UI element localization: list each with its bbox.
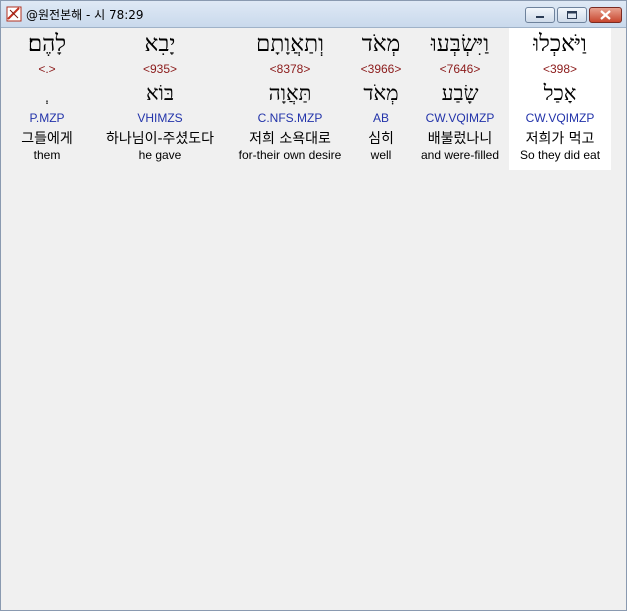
hebrew-lemma: אָכַל: [543, 81, 577, 105]
morphology-code: CW.VQIMZP: [425, 111, 495, 125]
strong-number[interactable]: <3966>: [351, 62, 411, 76]
korean-gloss: 배불렀나니: [427, 131, 493, 147]
morphology-code: P.MZP: [29, 111, 65, 125]
word-column[interactable]: וְתַאֲוָתָם <8378> תַּאֲוָה C.NFS.MZP 저희…: [231, 28, 349, 170]
hebrew-word: וַיִּשְׂבְּעוּ: [430, 31, 490, 57]
title-bar[interactable]: @원전본해 - 시 78:29: [1, 1, 626, 28]
korean-gloss: 심히: [368, 131, 394, 147]
hebrew-word: וַיֹּאכְלוּ: [533, 31, 587, 57]
maximize-icon: [567, 11, 577, 19]
hebrew-lemma: שָׂבַע: [441, 81, 479, 105]
korean-gloss: 저희가 먹고: [525, 131, 595, 147]
interlinear-view: לָהֶם׃ <.> ְ P.MZP 그들에게 them יָבִא <935>…: [5, 28, 622, 606]
strong-number[interactable]: <7646>: [413, 62, 507, 76]
strong-number[interactable]: <935>: [95, 62, 225, 76]
morphology-code: AB: [372, 111, 389, 125]
english-gloss: well: [370, 148, 392, 162]
word-column[interactable]: מְאֹד <3966> מְאֹד AB 심히 well: [351, 28, 411, 170]
hebrew-lemma: ְ: [9, 81, 85, 106]
korean-gloss: 저희 소욕대로: [249, 131, 331, 147]
english-gloss: So they did eat: [519, 148, 601, 162]
close-button[interactable]: [589, 7, 622, 23]
word-column[interactable]: יָבִא <935> בּוֹא VHIMZS 하나님이-주셨도다 he ga…: [95, 28, 225, 170]
word-column-selected[interactable]: וַיֹּאכְלוּ <398> אָכַל CW.VQIMZP 저희가 먹고…: [509, 28, 611, 170]
minimize-button[interactable]: [525, 7, 555, 23]
hebrew-word: יָבִא: [144, 31, 176, 57]
minimize-icon: [536, 16, 544, 18]
strong-number[interactable]: <398>: [509, 62, 611, 76]
word-column[interactable]: לָהֶם׃ <.> ְ P.MZP 그들에게 them: [9, 28, 85, 170]
strong-number[interactable]: <.>: [9, 62, 85, 76]
hebrew-word: וְתַאֲוָתָם: [256, 31, 324, 57]
app-icon: [6, 6, 22, 22]
close-icon: [600, 10, 611, 20]
english-gloss: them: [33, 148, 61, 162]
strong-number[interactable]: <8378>: [231, 62, 349, 76]
window-title: @원전본해 - 시 78:29: [26, 8, 144, 22]
korean-gloss: 하나님이-주셨도다: [105, 131, 215, 147]
app-window: @원전본해 - 시 78:29 לָהֶם׃ <.> ְ P.MZP 그들에게: [0, 0, 627, 611]
english-gloss: and were-filled: [420, 148, 500, 162]
english-gloss: for-their own desire: [238, 148, 342, 162]
hebrew-lemma: מְאֹד: [363, 81, 399, 105]
maximize-button[interactable]: [557, 7, 587, 23]
english-gloss: he gave: [138, 148, 182, 162]
morphology-code: CW.VQIMZP: [525, 111, 595, 125]
korean-gloss: 그들에게: [21, 131, 73, 147]
word-column[interactable]: וַיִּשְׂבְּעוּ <7646> שָׂבַע CW.VQIMZP 배…: [413, 28, 507, 170]
hebrew-word: מְאֹד: [361, 31, 401, 57]
hebrew-lemma: בּוֹא: [145, 81, 175, 105]
morphology-code: C.NFS.MZP: [257, 111, 323, 125]
hebrew-lemma: תַּאֲוָה: [268, 81, 312, 105]
hebrew-word: לָהֶם׃: [27, 31, 67, 57]
morphology-code: VHIMZS: [137, 111, 183, 125]
